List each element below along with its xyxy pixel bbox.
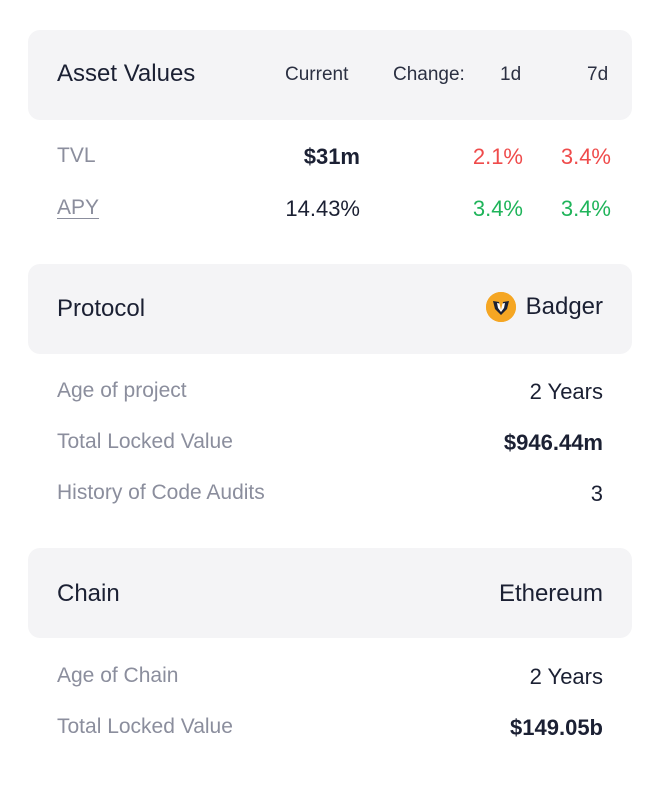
protocol-title: Protocol [57,295,146,322]
asset-values-title: Asset Values [57,60,196,87]
code-audits-label: History of Code Audits [57,481,265,504]
protocol-tvl-value: $946.44m [503,430,603,455]
column-change: Change: [393,64,465,85]
asset-details-panel: Asset Values Current Change: 1d 7d TVL $… [0,0,660,795]
age-of-project-label: Age of project [57,379,187,402]
chain-tvl-label: Total Locked Value [57,715,233,738]
age-of-chain-label: Age of Chain [57,664,179,687]
column-1d: 1d [500,64,522,85]
chain-name[interactable]: Ethereum [499,580,603,608]
apy-change-7d: 3.4% [560,196,611,221]
chain-title: Chain [57,580,120,607]
protocol-name[interactable]: Badger [485,292,603,322]
badger-icon [485,292,516,322]
apy-current-value: 14.43% [285,196,360,221]
tvl-change-1d: 2.1% [472,144,523,169]
protocol-tvl-label: Total Locked Value [57,430,233,453]
apy-change-1d: 3.4% [472,196,523,221]
column-7d: 7d [587,64,609,85]
age-of-chain-value: 2 Years [529,664,603,689]
age-of-project-value: 2 Years [529,379,603,404]
protocol-name-text: Badger [525,293,603,320]
tvl-label: TVL [57,144,96,167]
tvl-current-value: $31m [303,144,360,169]
column-current: Current [285,64,349,85]
apy-label-link[interactable]: APY [57,196,99,220]
tvl-change-7d: 3.4% [560,144,611,169]
chain-tvl-value: $149.05b [510,715,603,740]
code-audits-value: 3 [590,481,603,506]
